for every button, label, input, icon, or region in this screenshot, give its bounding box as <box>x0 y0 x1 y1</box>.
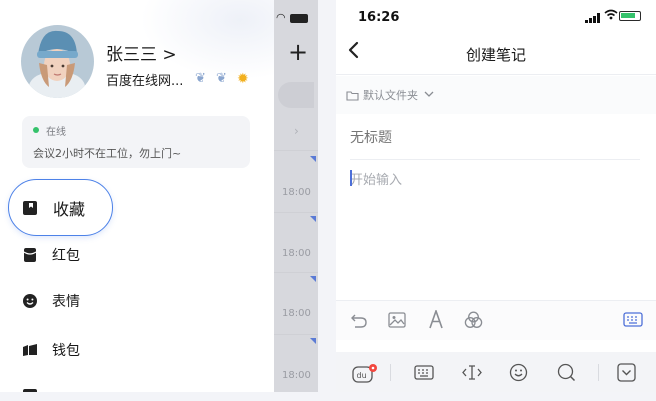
svg-text:du: du <box>357 371 367 380</box>
search-icon[interactable] <box>557 363 576 386</box>
menu-item-label: 收藏 <box>53 200 86 219</box>
divider <box>274 212 318 213</box>
text-cursor <box>350 170 352 186</box>
status-card[interactable]: 在线 会议2小时不在工位，勿上门~ <box>22 116 250 168</box>
wifi-icon: ◠ <box>276 11 286 24</box>
divider <box>274 150 318 151</box>
background-chat-list: ◠ + › 18:00 18:00 18:00 18:00 <box>274 0 318 392</box>
menu-item-partial[interactable] <box>22 384 38 392</box>
folder-icon <box>346 90 359 101</box>
plus-icon[interactable]: + <box>288 40 308 64</box>
divider <box>598 364 599 381</box>
red-packet-icon <box>22 247 38 263</box>
battery-icon <box>619 11 641 21</box>
paw-badge-icon: ❦ <box>216 71 227 86</box>
unread-marker <box>310 338 316 344</box>
divider <box>274 334 318 335</box>
note-body-input[interactable]: 开始输入 <box>350 169 402 188</box>
menu-item-label: 红包 <box>52 248 80 264</box>
text-format-icon[interactable] <box>428 308 444 333</box>
note-title-input[interactable] <box>350 130 640 146</box>
chevron-down-icon <box>424 90 434 101</box>
side-drawer: 张三三 > 百度在线网... ❦ ❦ ✹ 在线 会议2小时不在工位，勿上门~ 收… <box>0 0 274 392</box>
chat-time: 18:00 <box>282 248 311 259</box>
sun-badge-icon: ✹ <box>237 71 249 87</box>
menu-item-wallet[interactable]: 钱包 <box>22 338 80 362</box>
avatar-photo <box>21 25 94 98</box>
chat-time: 18:00 <box>282 308 311 319</box>
avatar[interactable] <box>21 25 94 98</box>
folder-selector[interactable]: 默认文件夹 <box>346 84 434 106</box>
battery-icon <box>290 14 308 23</box>
divider <box>390 364 391 381</box>
menu-icon <box>22 388 38 392</box>
signal-icon <box>585 13 600 23</box>
chevron-right-icon: › <box>294 124 299 138</box>
undo-icon[interactable] <box>350 312 368 332</box>
cursor-move-icon[interactable] <box>461 364 483 385</box>
search-bar-fragment <box>278 82 314 108</box>
online-status-dot <box>33 127 39 133</box>
menu-item-red-packet[interactable]: 红包 <box>22 243 80 267</box>
unread-marker <box>310 216 316 222</box>
keyboard-candidate-bar: du <box>336 352 656 392</box>
divider <box>336 74 656 75</box>
wifi-icon <box>604 9 618 23</box>
page-title: 创建笔记 <box>465 46 526 64</box>
editor-toolbar <box>336 300 656 340</box>
menu-item-label: 钱包 <box>52 343 80 359</box>
right-phone-screen: 16:26 创建笔记 默认文件夹 开始输入 <box>336 0 656 392</box>
color-palette-icon[interactable] <box>464 311 483 333</box>
profile-organization: 百度在线网... <box>106 74 184 89</box>
unread-marker <box>310 276 316 282</box>
smiley-icon <box>22 293 38 309</box>
menu-item-favorites[interactable]: 收藏 <box>22 196 85 220</box>
menu-item-label: 表情 <box>52 294 80 310</box>
image-icon[interactable] <box>388 312 406 332</box>
online-status-label: 在线 <box>46 127 66 138</box>
bookmark-icon <box>22 200 38 216</box>
chat-time: 18:00 <box>282 370 311 381</box>
collapse-keyboard-icon[interactable] <box>617 363 636 386</box>
profile-name[interactable]: 张三三 > <box>106 40 177 65</box>
keyboard-icon[interactable] <box>623 312 643 331</box>
divider <box>274 272 318 273</box>
wallet-icon <box>22 342 38 358</box>
emoji-icon[interactable] <box>509 363 528 386</box>
du-mascot-icon[interactable]: du <box>352 363 378 387</box>
divider <box>350 159 640 160</box>
keyboard-icon[interactable] <box>414 365 434 384</box>
folder-label: 默认文件夹 <box>363 89 418 102</box>
status-message: 会议2小时不在工位，勿上门~ <box>33 147 182 160</box>
paw-badge-icon: ❦ <box>195 71 206 86</box>
chat-time: 18:00 <box>282 187 311 198</box>
unread-marker <box>310 156 316 162</box>
menu-item-stickers[interactable]: 表情 <box>22 289 80 313</box>
status-bar-time: 16:26 <box>358 10 400 25</box>
left-phone-screen: ◠ + › 18:00 18:00 18:00 18:00 张三三 > 百度在线… <box>0 0 318 392</box>
